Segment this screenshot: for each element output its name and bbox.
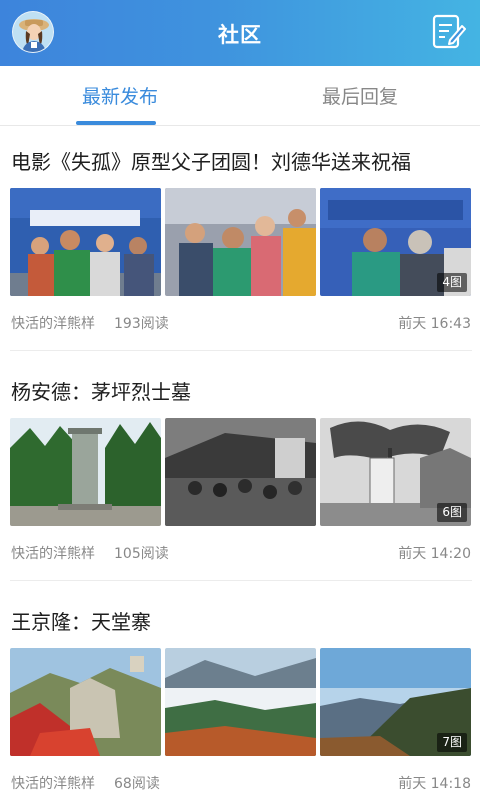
post-card[interactable]: 王京隆：天堂寨 7图 快活的洋熊样 68阅读 前天 14:18 [0, 588, 480, 800]
post-photo[interactable]: 6图 [320, 418, 471, 526]
post-author[interactable]: 快活的洋熊样 [11, 773, 95, 793]
post-card[interactable]: 电影《失孤》原型父子团圆！刘德华送来祝福 4图 快活的洋熊样 193阅读 前天 … [0, 128, 480, 352]
post-photo[interactable] [165, 648, 316, 756]
post-meta: 快活的洋熊样 105阅读 前天 14:20 [11, 543, 471, 565]
post-photo[interactable]: 7图 [320, 648, 471, 756]
post-photo[interactable]: 4图 [320, 188, 471, 296]
post-photos: 4图 [10, 188, 472, 296]
post-meta: 快活的洋熊样 193阅读 前天 16:43 [11, 313, 471, 335]
tab-bar: 最新发布 最后回复 [0, 66, 480, 126]
post-photo[interactable] [165, 418, 316, 526]
read-count: 193阅读 [114, 316, 169, 332]
image-count-badge: 6图 [437, 503, 467, 522]
divider [10, 580, 472, 581]
post-time: 前天 16:43 [398, 316, 471, 332]
image-count-badge: 7图 [437, 733, 467, 752]
post-photo[interactable] [165, 188, 316, 296]
post-time: 前天 14:18 [398, 776, 471, 792]
read-count: 68阅读 [114, 776, 160, 792]
active-tab-indicator [76, 121, 156, 125]
divider [10, 350, 472, 351]
post-title[interactable]: 电影《失孤》原型父子团圆！刘德华送来祝福 [11, 146, 411, 175]
post-photos: 6图 [10, 418, 472, 526]
post-card[interactable]: 杨安德：茅坪烈士墓 6图 快活的洋熊样 105阅读 前天 14:20 [0, 358, 480, 582]
post-photo[interactable] [10, 188, 161, 296]
tab-last-reply[interactable]: 最后回复 [240, 66, 480, 126]
post-photos: 7图 [10, 648, 472, 756]
post-meta: 快活的洋熊样 68阅读 前天 14:18 [11, 773, 471, 795]
compose-icon[interactable] [432, 14, 466, 50]
post-author[interactable]: 快活的洋熊样 [11, 313, 95, 333]
page-title: 社区 [218, 23, 262, 47]
post-photo[interactable] [10, 648, 161, 756]
post-author[interactable]: 快活的洋熊样 [11, 543, 95, 563]
post-time: 前天 14:20 [398, 546, 471, 562]
image-count-badge: 4图 [437, 273, 467, 292]
tab-latest[interactable]: 最新发布 [0, 66, 240, 126]
post-title[interactable]: 王京隆：天堂寨 [11, 606, 151, 635]
post-title[interactable]: 杨安德：茅坪烈士墓 [11, 376, 191, 405]
top-bar: 社区 [0, 0, 480, 66]
read-count: 105阅读 [114, 546, 169, 562]
post-photo[interactable] [10, 418, 161, 526]
